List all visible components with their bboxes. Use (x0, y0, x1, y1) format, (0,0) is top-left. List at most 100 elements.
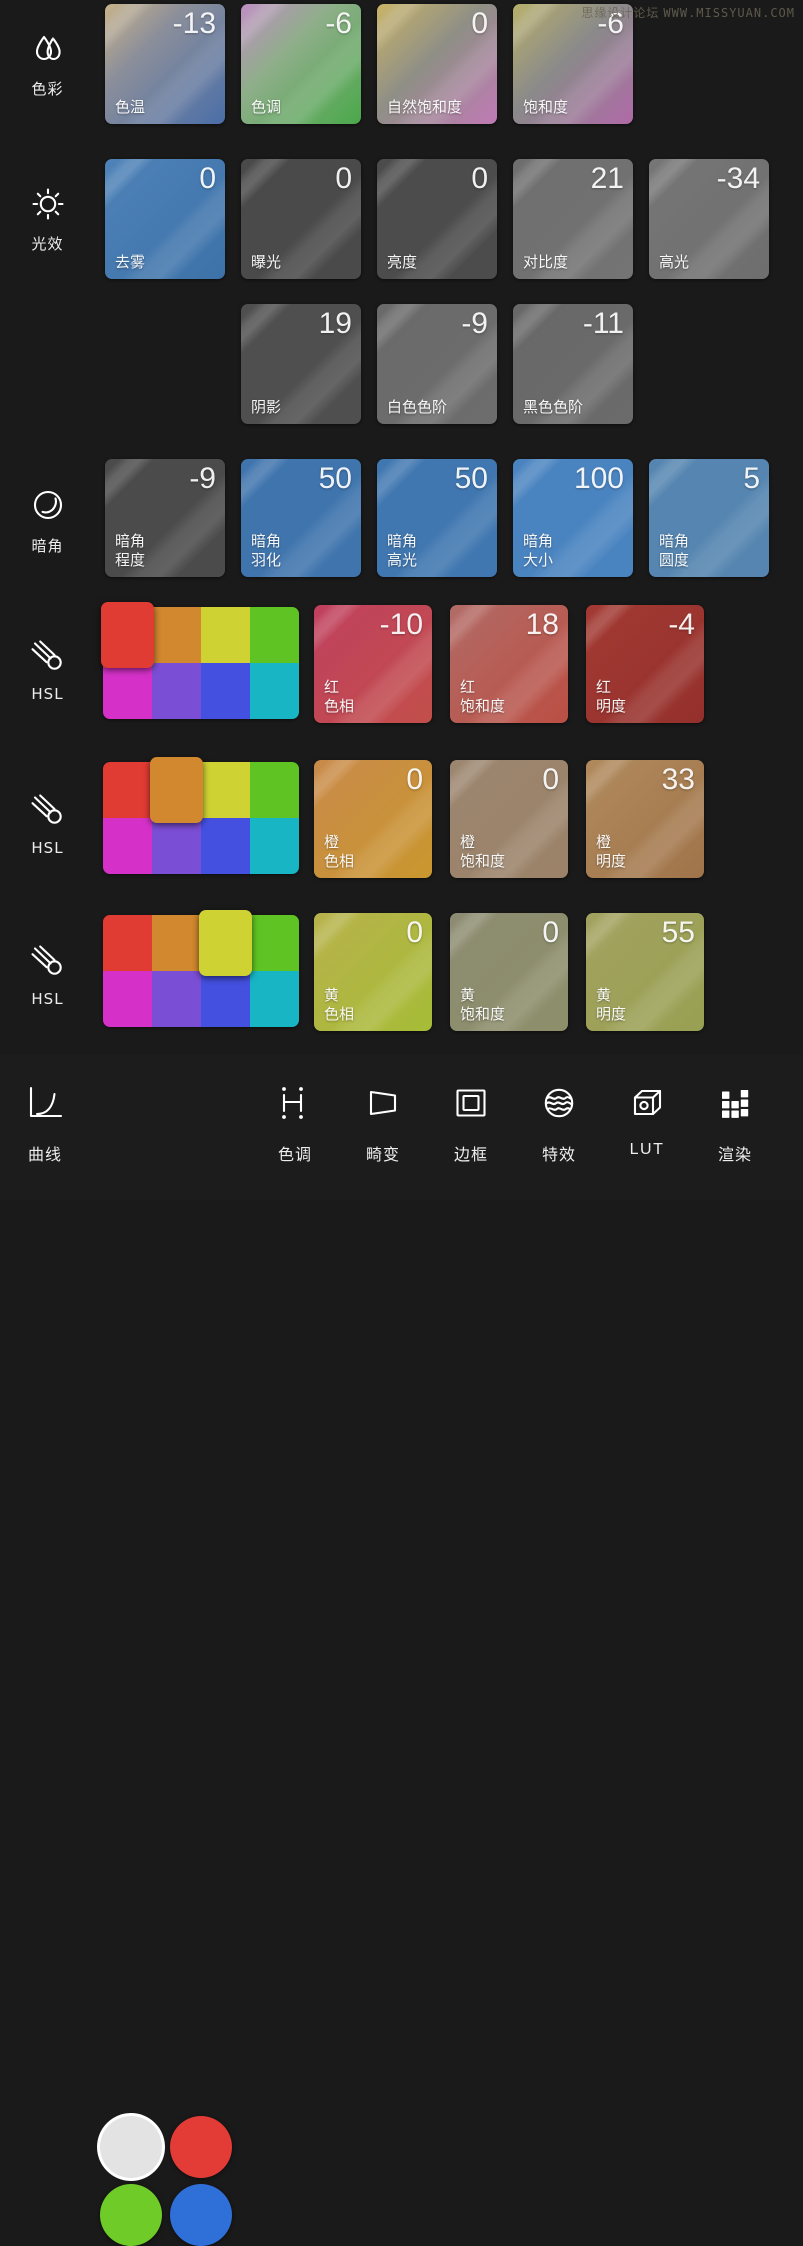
adjust-tile-hsl-yellow-lightness[interactable]: 55 黄 明度 (586, 913, 704, 1031)
toolbar-label: 色调 (277, 1145, 312, 1164)
color-dot-white[interactable] (100, 2116, 162, 2178)
tile-value: 19 (318, 307, 352, 340)
adjust-tile-whites[interactable]: -9 白色色阶 (377, 304, 497, 424)
hsl-swatch-5[interactable] (152, 971, 201, 1027)
hsl-swatch-3[interactable] (250, 607, 299, 663)
adjust-tile-hsl-red-hue[interactable]: -10 红 色相 (314, 605, 432, 723)
adjust-tile-blacks[interactable]: -11 黑色色阶 (513, 304, 633, 424)
hsl-swatch-6[interactable] (201, 663, 250, 719)
adjust-tile-temperature[interactable]: -13 色温 (105, 4, 225, 124)
adjust-tile-exposure[interactable]: 0 曝光 (241, 159, 361, 279)
hsl-swatch-7[interactable] (250, 971, 299, 1027)
adjustments-panel[interactable]: 色彩 -13 色温 -6 色调 0 自然饱和度 -6 饱和度 光效 0 去雾 0 曝光 0 亮度 21 对比度 -3… (0, 0, 803, 1055)
hsl-swatch-3[interactable] (250, 762, 299, 818)
tile-value: 0 (471, 7, 488, 40)
adjust-tile-contrast[interactable]: 21 对比度 (513, 159, 633, 279)
adjust-tile-hsl-red-saturation[interactable]: 18 红 饱和度 (450, 605, 568, 723)
hsl-swatch-3[interactable] (250, 915, 299, 971)
hsl-swatch-7[interactable] (250, 663, 299, 719)
hsl-swatch-0[interactable] (103, 762, 152, 818)
tiles-hsl-orange: 0 橙 色相 0 橙 饱和度 33 橙 明度 (0, 755, 803, 891)
section-hsl-yellow: HSL 0 黄 色相 0 黄 饱和度 55 黄 明度 (0, 908, 803, 1040)
hsl-swatch-7[interactable] (250, 818, 299, 874)
adjust-tile-tint[interactable]: -6 色调 (241, 4, 361, 124)
section-vignette: 暗角 -9 暗角 程度 50 暗角 羽化 50 暗角 高光 100 暗角 大小 5 暗角 圆度 (0, 455, 803, 585)
tile-caption: 白色色阶 (387, 398, 448, 416)
toolbar-item-effects[interactable]: 特效 (514, 1077, 604, 1165)
adjust-tile-highlights[interactable]: -34 高光 (649, 159, 769, 279)
tile-value: 0 (199, 162, 216, 195)
tile-caption: 黄 明度 (596, 986, 627, 1023)
adjust-tile-vibrance[interactable]: 0 自然饱和度 (377, 4, 497, 124)
adjust-tile-shadows[interactable]: 19 阴影 (241, 304, 361, 424)
toolbar-item-distort[interactable]: 畸变 (338, 1077, 428, 1165)
adjust-tile-hsl-orange-hue[interactable]: 0 橙 色相 (314, 760, 432, 878)
hsl-swatch-2[interactable] (201, 607, 250, 663)
hsl-swatch-6[interactable] (201, 818, 250, 874)
tile-caption: 橙 色相 (324, 833, 355, 870)
tile-caption: 色温 (115, 98, 146, 116)
hsl-swatch-2[interactable] (201, 762, 250, 818)
tile-caption: 自然饱和度 (387, 98, 463, 116)
adjust-tile-vignette-roundness[interactable]: 5 暗角 圆度 (649, 459, 769, 577)
hsl-swatch-grid[interactable] (103, 910, 299, 1027)
hsl-swatch-4[interactable] (103, 663, 152, 719)
hsl-swatch-6[interactable] (201, 971, 250, 1027)
hsl-swatch-4[interactable] (103, 971, 152, 1027)
toolbar-item-border[interactable]: 边框 (426, 1077, 516, 1165)
adjust-tile-vignette-highlight[interactable]: 50 暗角 高光 (377, 459, 497, 577)
tone-color-picker[interactable] (100, 2116, 250, 2246)
hsl-swatch-0[interactable] (103, 915, 152, 971)
adjust-tile-hsl-red-lightness[interactable]: -4 红 明度 (586, 605, 704, 723)
tiles-hsl-red: -10 红 色相 18 红 饱和度 -4 红 明度 (0, 600, 803, 738)
cube-icon (625, 1077, 669, 1129)
hsl-swatch-5[interactable] (152, 818, 201, 874)
section-color: 色彩 -13 色温 -6 色调 0 自然饱和度 -6 饱和度 (0, 0, 803, 128)
tile-value: 0 (406, 763, 423, 796)
tiles-light: 0 去雾 0 曝光 0 亮度 21 对比度 -34 高光 (0, 155, 803, 283)
adjust-tile-vignette-size[interactable]: 100 暗角 大小 (513, 459, 633, 577)
adjust-tile-hsl-orange-saturation[interactable]: 0 橙 饱和度 (450, 760, 568, 878)
adjust-tile-vignette-feather[interactable]: 50 暗角 羽化 (241, 459, 361, 577)
tile-value: -13 (172, 7, 216, 40)
color-dot-green[interactable] (100, 2184, 162, 2246)
tile-caption: 暗角 大小 (523, 532, 554, 569)
hsl-swatch-1-selected[interactable] (150, 757, 203, 823)
tile-value: 50 (318, 462, 352, 495)
adjust-tile-saturation[interactable]: -6 饱和度 (513, 4, 633, 124)
toolbar-item-lut[interactable]: LUT (602, 1077, 692, 1159)
border-icon (449, 1077, 493, 1129)
bottom-toolbar[interactable]: 曲线 色调 畸变 边框 特效 LUT 渲染 (0, 1055, 803, 2246)
hsl-swatch-1[interactable] (152, 607, 201, 663)
hsl-swatch-4[interactable] (103, 818, 152, 874)
tile-value: 50 (454, 462, 488, 495)
tile-value: 21 (590, 162, 624, 195)
adjust-tile-hsl-orange-lightness[interactable]: 33 橙 明度 (586, 760, 704, 878)
tile-value: -4 (668, 608, 695, 641)
color-dot-red[interactable] (170, 2116, 232, 2178)
section-hsl-orange: HSL 0 橙 色相 0 橙 饱和度 33 橙 明度 (0, 755, 803, 891)
tiles-color: -13 色温 -6 色调 0 自然饱和度 -6 饱和度 (0, 0, 803, 128)
adjust-tile-dehaze[interactable]: 0 去雾 (105, 159, 225, 279)
toolbar-item-tone[interactable]: 色调 (250, 1077, 340, 1165)
hsl-swatch-5[interactable] (152, 663, 201, 719)
adjust-tile-vignette-amount[interactable]: -9 暗角 程度 (105, 459, 225, 577)
toolbar-item-render[interactable]: 渲染 (690, 1077, 780, 1165)
color-dot-blue[interactable] (170, 2184, 232, 2246)
hsl-swatch-0-selected[interactable] (101, 602, 154, 668)
hsl-swatch-2-selected[interactable] (199, 910, 252, 976)
adjust-tile-hsl-yellow-hue[interactable]: 0 黄 色相 (314, 913, 432, 1031)
hsl-swatch-grid[interactable] (103, 757, 299, 874)
tile-caption: 去雾 (115, 253, 146, 271)
tile-value: -6 (597, 7, 624, 40)
adjust-tile-hsl-yellow-saturation[interactable]: 0 黄 饱和度 (450, 913, 568, 1031)
toolbar-label: 畸变 (365, 1145, 400, 1164)
hsl-swatch-1[interactable] (152, 915, 201, 971)
tile-caption: 曝光 (251, 253, 282, 271)
tile-value: -10 (379, 608, 423, 641)
adjust-tile-brightness[interactable]: 0 亮度 (377, 159, 497, 279)
hsl-swatch-grid[interactable] (101, 602, 299, 719)
section-light2: 19 阴影 -9 白色色阶 -11 黑色色阶 (0, 300, 803, 428)
toolbar-item-curves[interactable]: 曲线 (0, 1077, 90, 1165)
tile-value: 100 (573, 462, 624, 495)
